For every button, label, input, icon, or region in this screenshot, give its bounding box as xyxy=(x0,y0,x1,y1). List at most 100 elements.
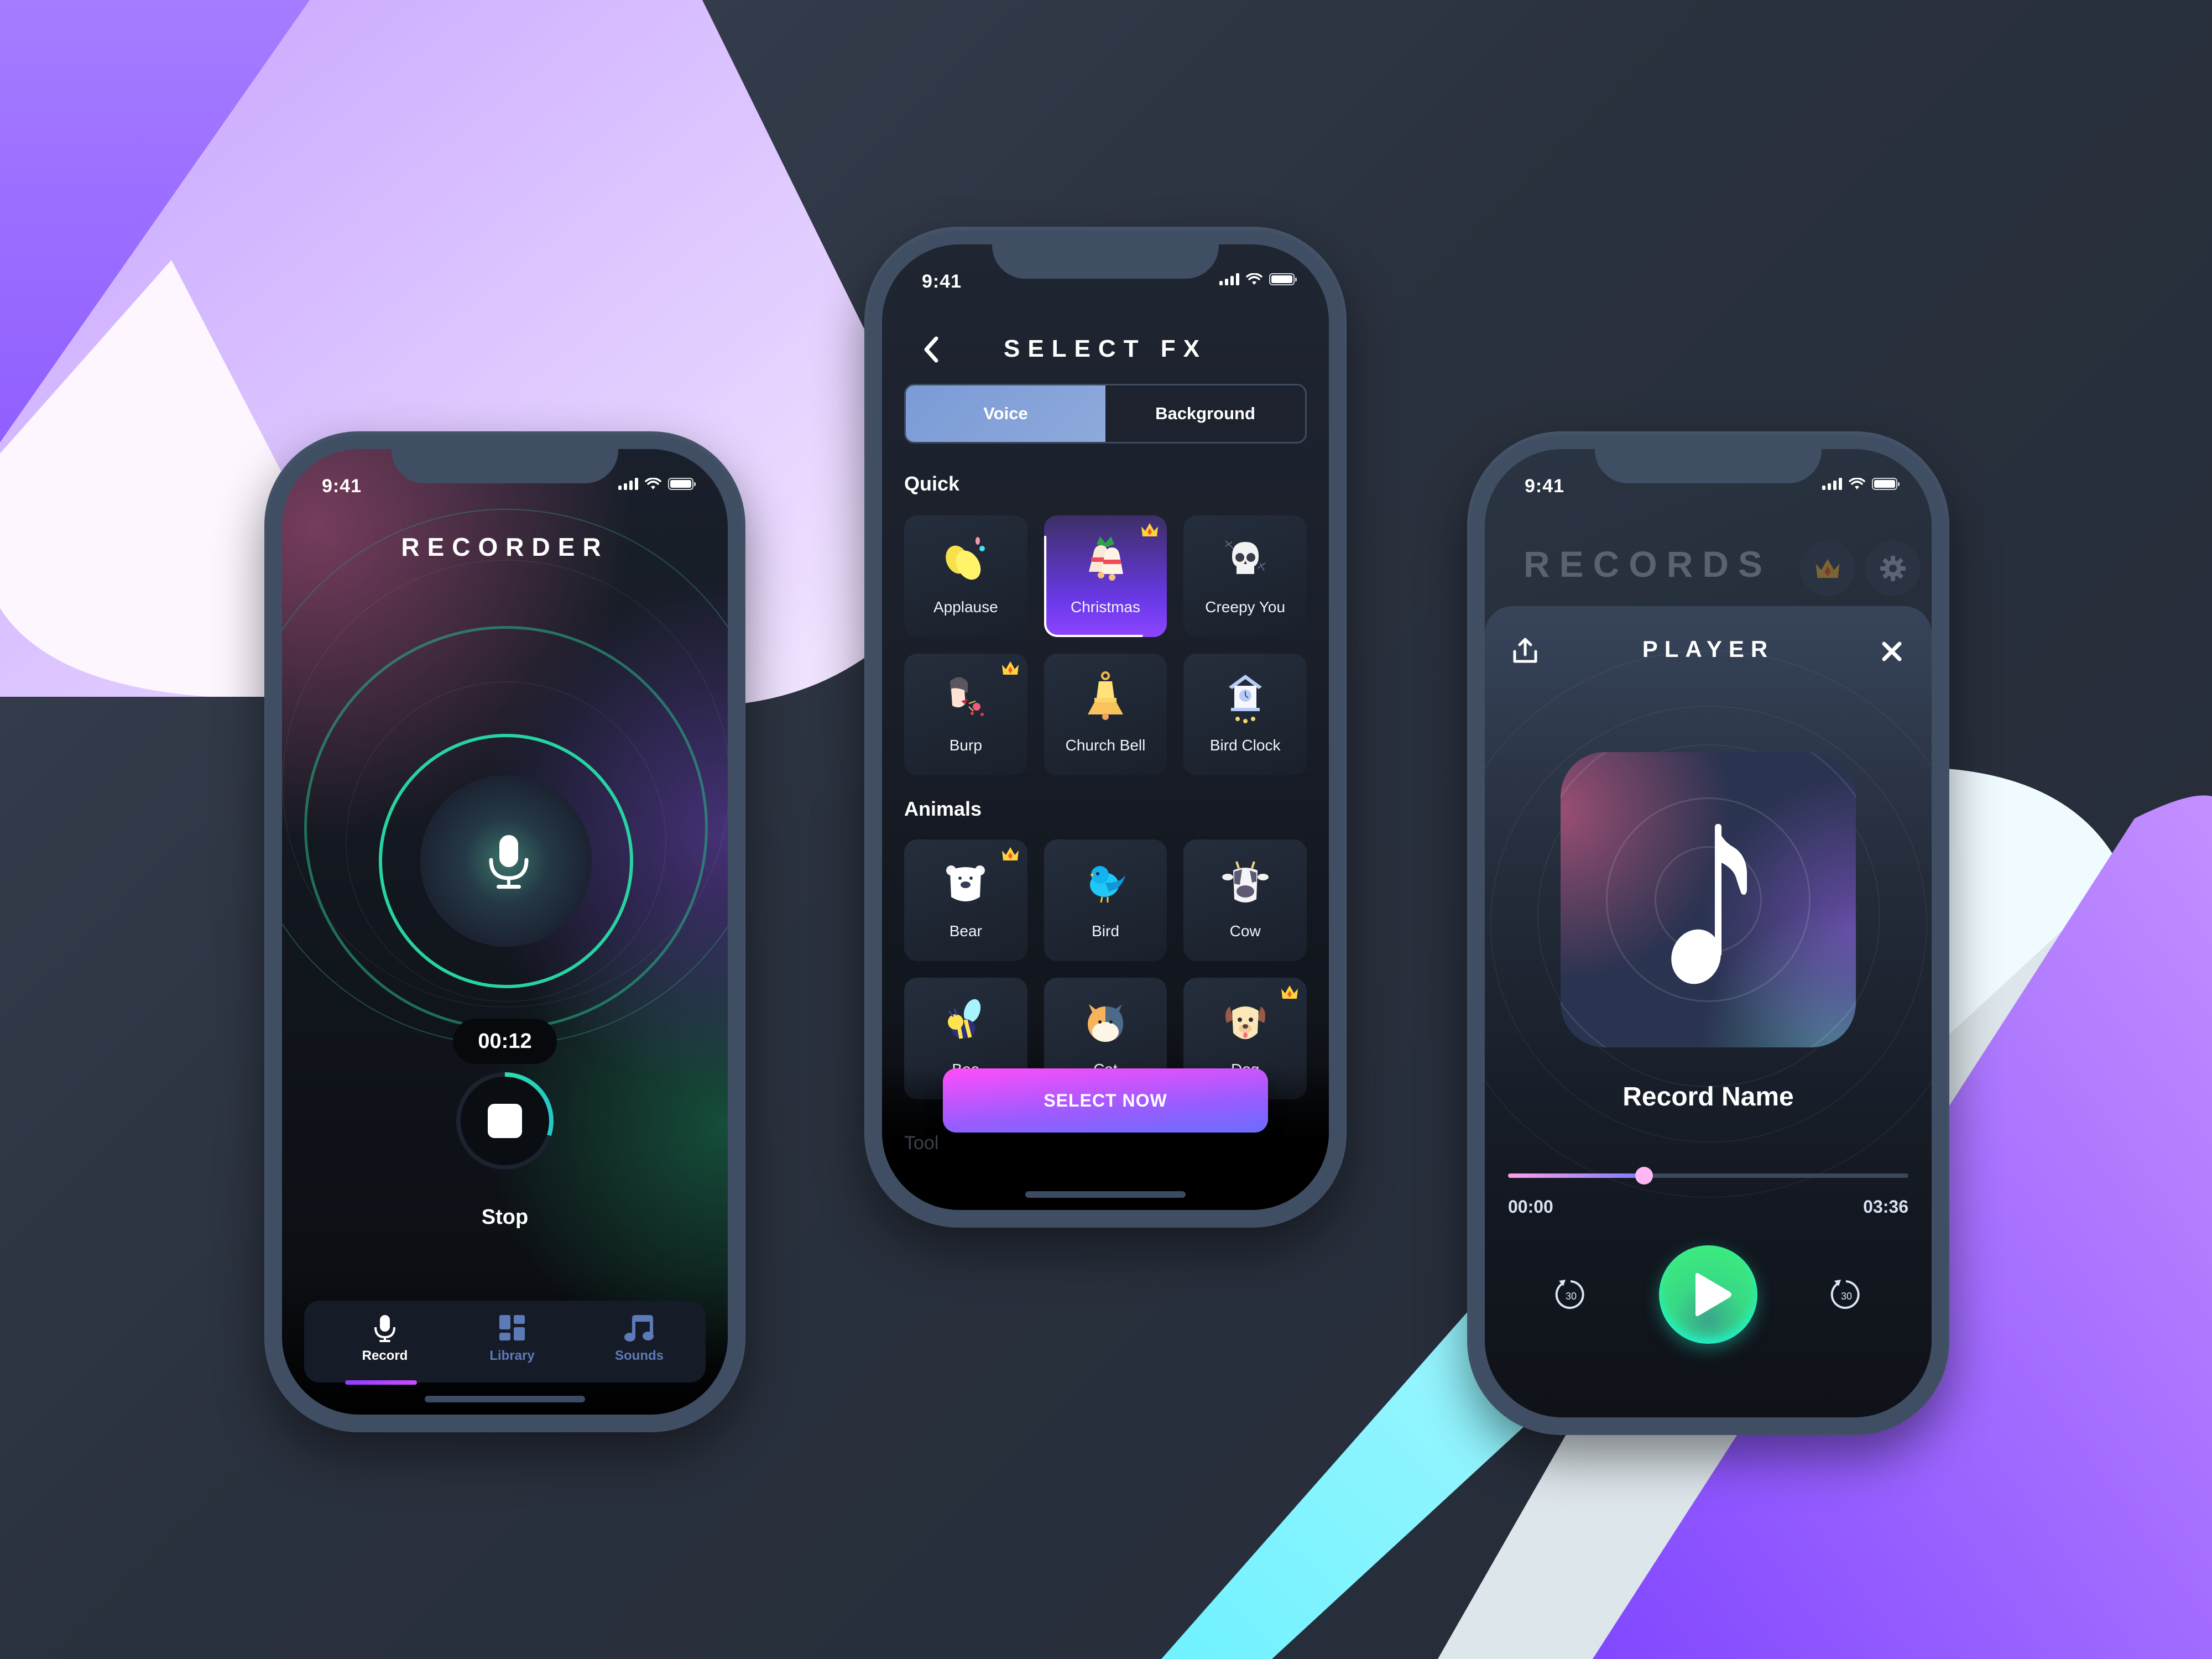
slider-knob[interactable] xyxy=(1635,1167,1653,1185)
status-time: 9:41 xyxy=(922,271,962,292)
album-art xyxy=(1561,752,1856,1047)
status-bar: 9:41 xyxy=(1485,449,1932,510)
records-title: RECORDS xyxy=(1524,544,1772,585)
premium-crown-icon xyxy=(1141,523,1159,536)
home-indicator xyxy=(425,1396,585,1402)
play-button[interactable] xyxy=(1659,1245,1757,1344)
select-now-button[interactable]: SELECT NOW xyxy=(943,1068,1268,1133)
tab-sounds-label: Sounds xyxy=(615,1348,664,1363)
signal-icon xyxy=(618,478,638,490)
dog-icon xyxy=(1225,1006,1265,1039)
crown-icon xyxy=(1815,559,1840,578)
segment-voice[interactable]: Voice xyxy=(906,385,1105,442)
fx-type-segmented-control: Voice Background xyxy=(904,384,1307,444)
wifi-icon xyxy=(645,478,661,489)
tab-record-label: Record xyxy=(362,1348,408,1363)
play-icon xyxy=(1695,1273,1731,1316)
burp-person-icon xyxy=(950,677,984,716)
church-bell-icon xyxy=(1087,671,1123,720)
fx-card-label: Bird xyxy=(1092,922,1119,940)
current-time: 00:00 xyxy=(1508,1197,1553,1217)
wifi-icon xyxy=(1246,273,1262,285)
fx-card-burp[interactable]: Burp xyxy=(904,654,1027,775)
christmas-bells-icon xyxy=(1088,536,1123,581)
status-time: 9:41 xyxy=(322,476,362,497)
tab-sounds[interactable]: Sounds xyxy=(601,1301,678,1383)
fx-card-applause[interactable]: Applause xyxy=(904,515,1027,637)
tab-record[interactable]: Record xyxy=(346,1301,424,1383)
premium-crown-icon xyxy=(1001,661,1019,675)
player-title: PLAYER xyxy=(1642,636,1775,662)
phone-recorder: 9:41 RECORDER 00:12 Stop Record Library … xyxy=(264,431,745,1432)
premium-button[interactable] xyxy=(1800,541,1855,596)
phone-select-fx: 9:41 SELECT FX Voice Background Quick Ap… xyxy=(864,227,1347,1228)
fx-card-cow[interactable]: Cow xyxy=(1183,839,1307,961)
skull-icon xyxy=(1225,540,1266,574)
slider-fill xyxy=(1508,1173,1645,1178)
fx-card-label: Christmas xyxy=(1070,598,1140,615)
bee-icon xyxy=(948,999,981,1039)
gear-icon xyxy=(1880,556,1906,581)
home-indicator xyxy=(1025,1191,1186,1198)
premium-crown-icon xyxy=(1001,847,1019,860)
microphone-icon xyxy=(374,1315,395,1342)
status-time: 9:41 xyxy=(1525,476,1565,497)
grid-icon xyxy=(499,1315,525,1340)
player-screen: 9:41 RECORDS PLAYER Record Name 00:00 03… xyxy=(1485,449,1932,1417)
wifi-icon xyxy=(1849,478,1865,489)
fx-card-label: Bear xyxy=(949,922,982,940)
tab-library-label: Library xyxy=(489,1348,535,1363)
battery-icon xyxy=(1269,273,1297,285)
active-tab-indicator xyxy=(345,1380,417,1385)
music-note-icon xyxy=(624,1315,654,1342)
fx-card-label: Creepy You xyxy=(1205,598,1286,615)
select-fx-screen: 9:41 SELECT FX Voice Background Quick Ap… xyxy=(882,244,1329,1210)
forward-30-icon: 30 xyxy=(1830,1280,1860,1309)
skip-forward-label: 30 xyxy=(1841,1291,1852,1302)
tab-library[interactable]: Library xyxy=(473,1301,551,1383)
fx-card-bird-clock[interactable]: Bird Clock xyxy=(1183,654,1307,775)
fx-card-label: Burp xyxy=(949,737,982,754)
stop-button[interactable] xyxy=(456,1072,554,1170)
status-bar: 9:41 xyxy=(282,449,728,510)
recorder-screen: 9:41 RECORDER 00:12 Stop Record Library … xyxy=(282,449,728,1415)
fx-card-church-bell[interactable]: Church Bell xyxy=(1044,654,1167,775)
fx-card-label: Cow xyxy=(1229,922,1261,940)
cat-icon xyxy=(1087,1004,1123,1042)
cow-icon xyxy=(1222,861,1269,902)
cuckoo-clock-icon xyxy=(1228,675,1262,723)
music-note-icon xyxy=(1671,824,1747,984)
segment-background[interactable]: Background xyxy=(1105,385,1305,442)
signal-icon xyxy=(1822,478,1842,490)
skip-forward-30-button[interactable]: 30 xyxy=(1827,1275,1865,1314)
polar-bear-icon xyxy=(946,865,985,901)
status-bar: 9:41 xyxy=(882,244,1329,305)
playback-slider[interactable] xyxy=(1508,1159,1908,1192)
record-name: Record Name xyxy=(1623,1082,1794,1112)
bottom-tab-bar: Record Library Sounds xyxy=(304,1301,706,1385)
player-sheet: PLAYER Record Name 00:00 03:36 30 30 xyxy=(1485,606,1932,1417)
fx-card-bird[interactable]: Bird xyxy=(1044,839,1167,961)
phone-player: 9:41 RECORDS PLAYER Record Name 00:00 03… xyxy=(1467,431,1949,1435)
fx-card-christmas[interactable]: Christmas xyxy=(1044,515,1167,637)
premium-crown-icon xyxy=(1281,985,1298,999)
total-time: 03:36 xyxy=(1863,1197,1908,1217)
clapping-hands-icon xyxy=(946,537,985,580)
section-title-quick: Quick xyxy=(904,472,960,495)
fx-card-creepy-you[interactable]: Creepy You xyxy=(1183,515,1307,637)
skip-back-label: 30 xyxy=(1566,1291,1577,1302)
quick-fx-grid: Applause Christmas Creepy You Burp Churc… xyxy=(904,515,1307,775)
page-title: SELECT FX xyxy=(1003,335,1208,362)
fx-card-bear[interactable]: Bear xyxy=(904,839,1027,961)
rewind-30-icon: 30 xyxy=(1555,1280,1584,1309)
fx-card-label: Applause xyxy=(933,598,998,615)
battery-icon xyxy=(1872,478,1900,490)
skip-back-30-button[interactable]: 30 xyxy=(1551,1275,1590,1314)
bird-icon xyxy=(1089,866,1125,903)
close-icon[interactable] xyxy=(1881,640,1903,662)
settings-button[interactable] xyxy=(1865,541,1921,596)
section-title-animals: Animals xyxy=(904,797,982,820)
animals-fx-grid: Bear Bird Cow Bee Cat Dog xyxy=(904,839,1307,1099)
signal-icon xyxy=(1219,273,1239,285)
recording-timer: 00:12 xyxy=(453,1019,557,1064)
